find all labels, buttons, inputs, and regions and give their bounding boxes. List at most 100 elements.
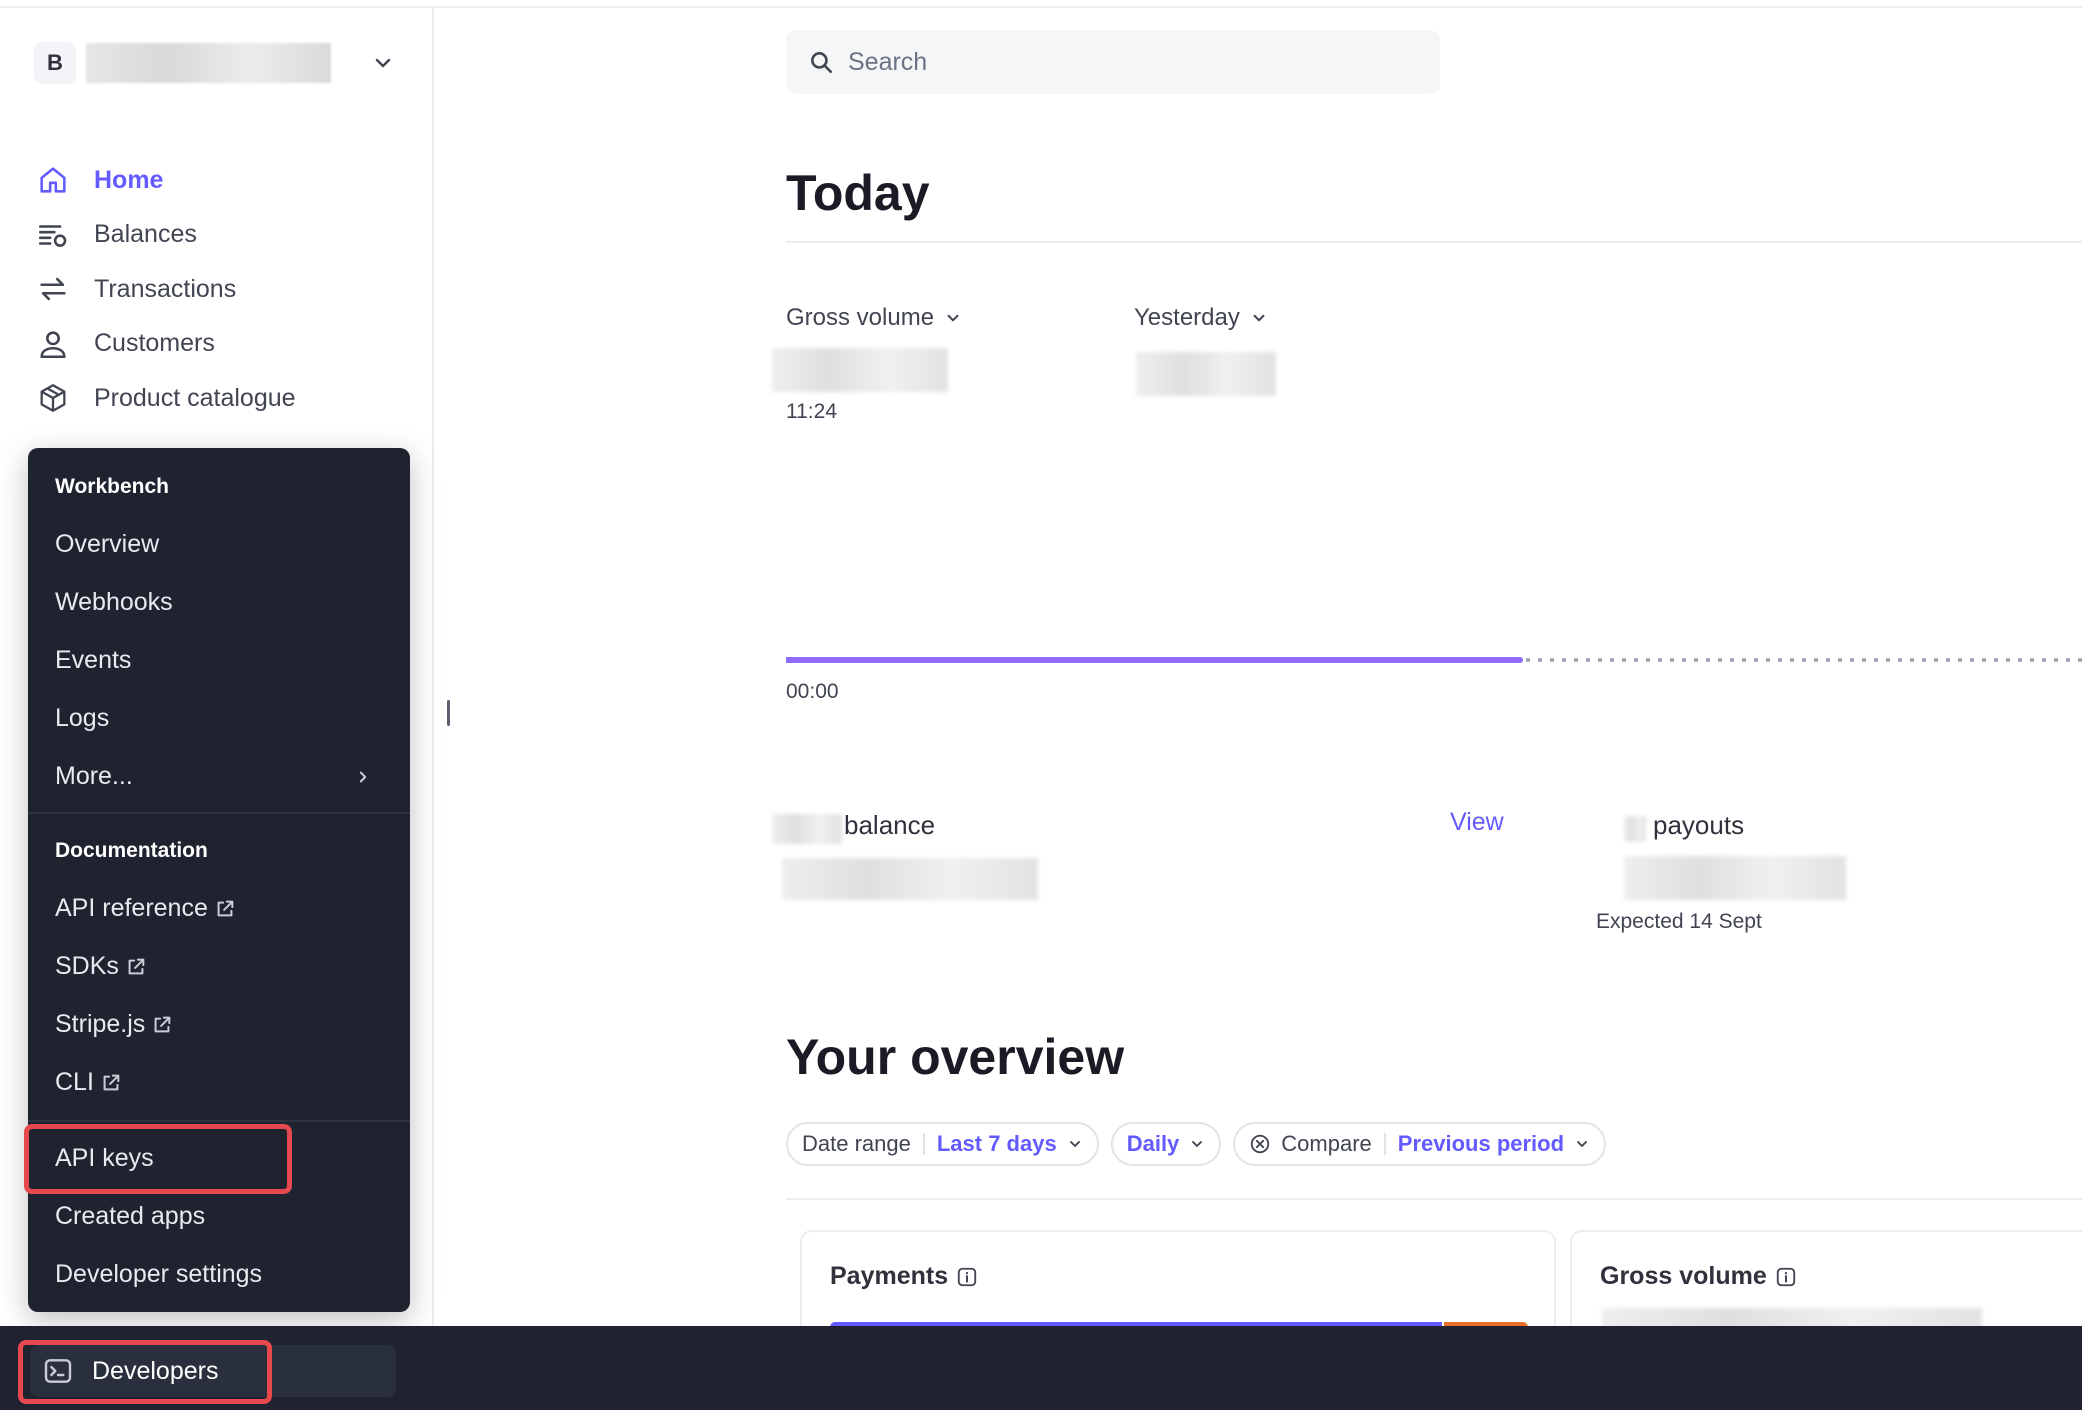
sidebar-item-label: Balances [94, 220, 197, 249]
yesterday-value-redacted [1136, 352, 1276, 396]
card-title-text: Gross volume [1600, 1262, 1767, 1290]
menu-divider [28, 812, 410, 814]
sidebar-item-label: Customers [94, 329, 215, 358]
date-range-filter[interactable]: Date range Last 7 days [786, 1122, 1099, 1166]
compare-value: Previous period [1397, 1131, 1565, 1156]
current-time: 11:24 [786, 400, 837, 423]
menu-item-more[interactable]: More... [55, 762, 400, 791]
divider [786, 1198, 2082, 1200]
card-title-text: Payments [830, 1262, 949, 1290]
chevron-right-icon [359, 771, 367, 782]
menu-item-label: Webhooks [55, 588, 173, 616]
divider [786, 241, 2082, 243]
payouts-label: payouts [1653, 810, 1745, 840]
menu-item-label: Developer settings [55, 1260, 263, 1288]
divider [1383, 1133, 1386, 1155]
interval-value: Daily [1126, 1131, 1180, 1156]
customer-icon [40, 331, 66, 358]
menu-item-api-reference[interactable]: API reference [55, 894, 400, 923]
menu-item-label: CLI [55, 1068, 94, 1096]
page-title-today: Today [786, 165, 930, 221]
menu-item-label: Created apps [55, 1202, 206, 1230]
sidebar-item-product-catalogue[interactable]: Product catalogue [36, 371, 406, 426]
external-link-icon [217, 900, 234, 916]
top-border [0, 0, 2082, 8]
menu-item-label: Stripe.js [55, 1010, 146, 1038]
card-title-payments: Payments [830, 1262, 978, 1291]
menu-heading-documentation: Documentation [55, 839, 208, 862]
metric-selector-label: Gross volume [786, 304, 935, 331]
chevron-down-icon [375, 58, 391, 68]
chart-start-time: 00:00 [786, 680, 839, 703]
menu-item-stripe-js[interactable]: Stripe.js [55, 1010, 400, 1039]
sidebar-item-label: Transactions [94, 274, 237, 303]
info-icon[interactable] [1775, 1266, 1797, 1288]
balance-currency-redacted [772, 814, 842, 844]
gross-volume-value-redacted [772, 348, 948, 392]
menu-item-created-apps[interactable]: Created apps [55, 1202, 400, 1231]
chevron-down-icon [947, 314, 959, 322]
menu-item-api-keys[interactable]: API keys [55, 1144, 400, 1173]
clear-circle-icon[interactable] [1249, 1133, 1271, 1155]
menu-item-logs[interactable]: Logs [55, 704, 400, 733]
sidebar-nav: Home Balances Transactions Customers Pro… [36, 153, 406, 426]
sidebar-item-label: Home [94, 165, 164, 194]
balances-icon [38, 224, 67, 247]
sidebar-item-balances[interactable]: Balances [36, 208, 406, 263]
search-bar[interactable]: Search [786, 30, 1440, 94]
payouts-value-redacted [1624, 856, 1846, 900]
balance-label: balance [844, 810, 936, 840]
compare-selector[interactable]: Yesterday [1134, 304, 1268, 332]
compare-selector-label: Yesterday [1134, 304, 1240, 331]
account-badge: B [34, 42, 76, 84]
info-icon[interactable] [956, 1266, 978, 1288]
overview-filters: Date range Last 7 days Daily Compare Pre… [786, 1122, 1607, 1166]
account-switcher[interactable]: B [34, 40, 404, 86]
highlight-developers [18, 1340, 272, 1404]
sidebar-resize-handle[interactable] [447, 700, 450, 726]
sidebar-item-customers[interactable]: Customers [36, 317, 406, 372]
home-icon [40, 167, 66, 193]
menu-item-label: More... [55, 762, 133, 790]
external-link-icon [103, 1074, 120, 1090]
metric-selector[interactable]: Gross volume [786, 304, 962, 332]
compare-label: Compare [1281, 1131, 1372, 1156]
section-title-overview: Your overview [786, 1029, 1125, 1085]
search-icon [811, 52, 833, 74]
menu-item-label: API keys [55, 1144, 154, 1172]
menu-item-label: SDKs [55, 952, 119, 980]
view-balance-link[interactable]: View [1450, 808, 1504, 837]
developers-menu: Workbench Overview Webhooks Events Logs … [24, 448, 410, 1312]
card-title-gross-volume: Gross volume [1600, 1262, 1797, 1291]
gross-volume-chart [786, 657, 2082, 663]
external-link-icon [128, 958, 145, 974]
payouts-expected-date: Expected 14 Sept [1596, 910, 1762, 933]
menu-item-events[interactable]: Events [55, 646, 400, 675]
sidebar-item-transactions[interactable]: Transactions [36, 262, 406, 317]
menu-item-developer-settings[interactable]: Developer settings [55, 1260, 400, 1289]
menu-item-label: Logs [55, 704, 110, 732]
compare-filter[interactable]: Compare Previous period [1233, 1122, 1607, 1166]
menu-item-webhooks[interactable]: Webhooks [55, 588, 400, 617]
menu-item-cli[interactable]: CLI [55, 1068, 400, 1097]
interval-filter[interactable]: Daily [1110, 1122, 1222, 1166]
menu-divider [28, 1120, 410, 1122]
date-range-value: Last 7 days [936, 1131, 1057, 1156]
payouts-currency-redacted [1624, 816, 1646, 842]
balance-value-redacted [782, 858, 1038, 900]
chevron-down-icon [1069, 1141, 1080, 1147]
menu-item-label: Events [55, 646, 132, 674]
box-icon [40, 384, 66, 413]
menu-item-sdks[interactable]: SDKs [55, 952, 400, 981]
chevron-down-icon [1192, 1141, 1203, 1147]
menu-heading-workbench: Workbench [55, 475, 169, 498]
account-name-redacted [86, 43, 331, 83]
chevron-down-icon [1577, 1141, 1587, 1147]
menu-item-overview[interactable]: Overview [55, 530, 400, 559]
menu-item-label: Overview [55, 530, 160, 558]
menu-item-label: API reference [55, 894, 208, 922]
sidebar-item-home[interactable]: Home [36, 153, 406, 208]
sidebar-item-label: Product catalogue [94, 383, 296, 412]
chevron-down-icon [1253, 314, 1265, 322]
divider [922, 1133, 925, 1155]
